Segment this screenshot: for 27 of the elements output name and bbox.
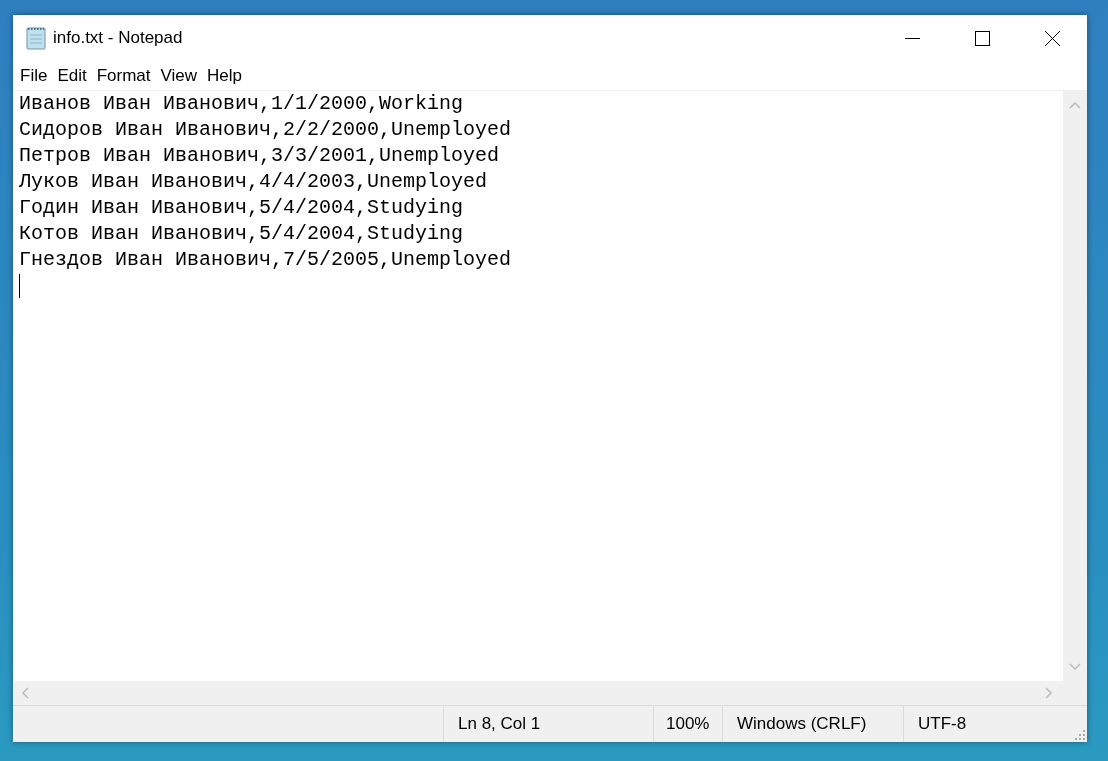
scroll-right-icon[interactable] — [1045, 687, 1053, 699]
encoding: UTF-8 — [918, 714, 967, 734]
maximize-icon — [974, 30, 990, 46]
minimize-icon — [904, 37, 920, 39]
text-line: Петров Иван Иванович,3/3/2001,Unemployed — [19, 143, 501, 169]
close-icon — [1044, 30, 1060, 46]
scroll-left-icon[interactable] — [21, 687, 29, 699]
text-line: Годин Иван Иванович,5/4/2004,Studying — [19, 195, 465, 221]
zoom-level: 100% — [666, 714, 710, 734]
text-line: Луков Иван Иванович,4/4/2003,Unemployed — [19, 169, 489, 195]
menu-item[interactable]: Edit — [52, 65, 92, 86]
resize-grip-icon[interactable] — [1075, 730, 1085, 740]
menu-item[interactable]: Help — [202, 65, 248, 86]
scroll-up-icon[interactable] — [1069, 101, 1081, 109]
text-line: Гнездов Иван Иванович,7/5/2005,Unemployed — [19, 247, 513, 273]
scroll-down-icon[interactable] — [1069, 663, 1081, 671]
text-cursor — [19, 273, 20, 298]
cursor-position: Ln 8, Col 1 — [458, 714, 541, 734]
menu-item[interactable]: View — [155, 65, 203, 86]
text-line: Котов Иван Иванович,5/4/2004,Studying — [19, 221, 465, 247]
menu-item[interactable]: Format — [91, 65, 156, 86]
text-line: Иванов Иван Иванович,1/1/2000,Working — [19, 91, 465, 117]
text-line: Сидоров Иван Иванович,2/2/2000,Unemployed — [19, 117, 513, 143]
line-ending: Windows (CRLF) — [737, 714, 867, 734]
menu-item[interactable]: File — [15, 65, 53, 86]
notepad-icon — [25, 26, 47, 50]
window-title: info.txt - Notepad — [53, 28, 183, 48]
